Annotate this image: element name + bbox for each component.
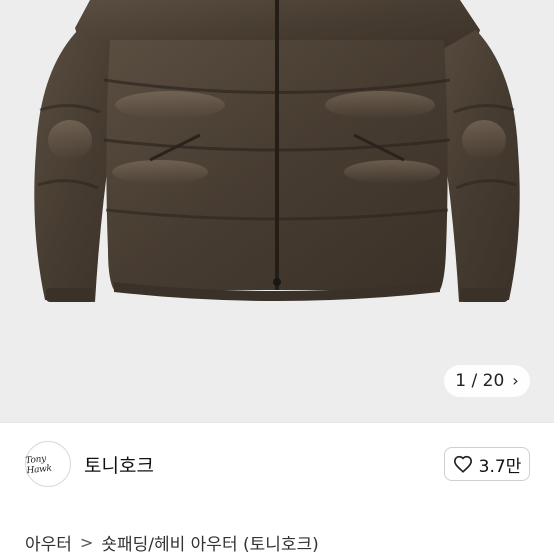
like-count: 3.7만 — [478, 456, 522, 477]
product-image-gallery[interactable]: 1 / 20 › — [0, 0, 554, 422]
seller-logo: Tony Hawk — [25, 454, 53, 477]
page-total: 20 — [482, 371, 505, 391]
seller-name[interactable]: 토니호크 — [84, 451, 154, 478]
image-page-indicator[interactable]: 1 / 20 › — [444, 365, 530, 397]
page-counter: 1 / 20 — [455, 371, 504, 391]
breadcrumb-category[interactable]: 아우터 — [25, 530, 72, 554]
page-separator: / — [471, 371, 478, 391]
breadcrumb-separator: > — [79, 532, 94, 552]
breadcrumb-subcategory[interactable]: 숏패딩/헤비 아우터 (토니호크) — [101, 530, 318, 554]
heart-outline-icon — [453, 455, 472, 473]
page-current: 1 — [455, 371, 467, 391]
chevron-right-icon[interactable]: › — [512, 373, 518, 389]
seller-row[interactable]: Tony Hawk 토니호크 3.7만 — [0, 423, 554, 505]
like-button[interactable]: 3.7만 — [444, 447, 530, 481]
breadcrumb: 아우터 > 숏패딩/헤비 아우터 (토니호크) — [25, 528, 319, 554]
product-image[interactable] — [0, 0, 554, 422]
seller-avatar[interactable]: Tony Hawk — [25, 441, 71, 487]
